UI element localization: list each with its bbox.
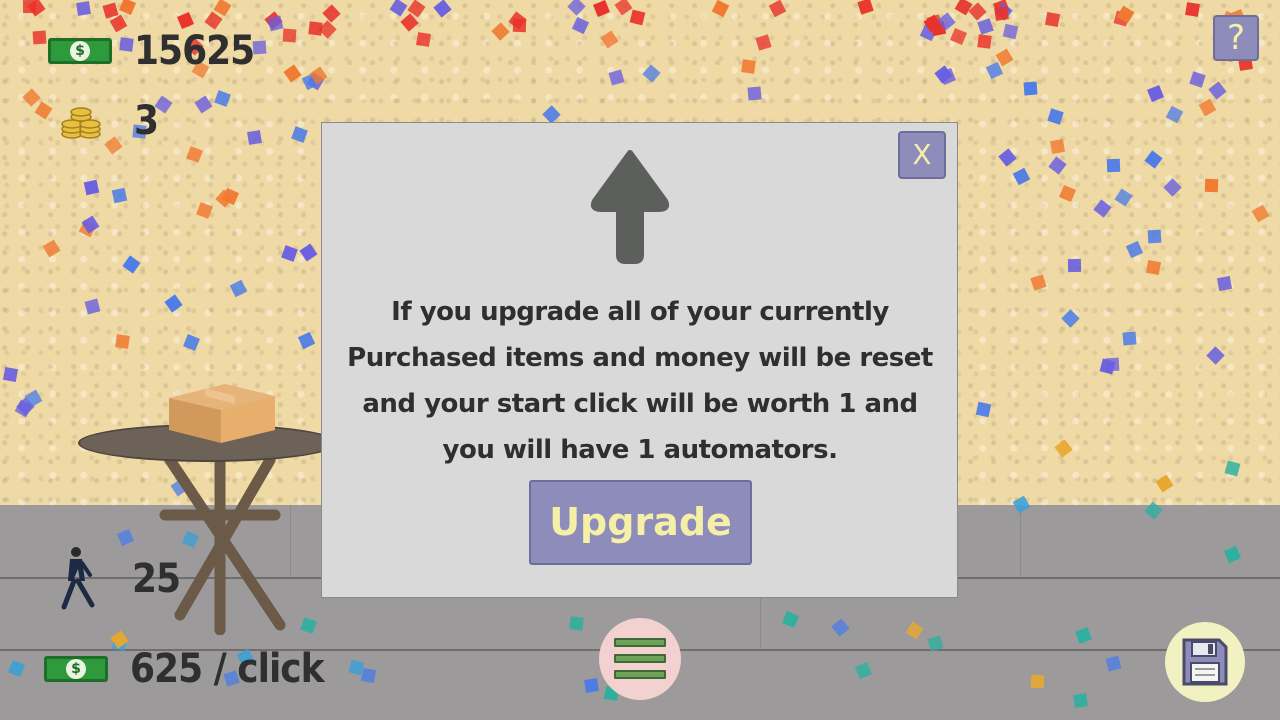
upgrade-message: If you upgrade all of your currently Pur… [347, 297, 933, 465]
save-icon [1182, 638, 1228, 686]
automators-value: 25 [132, 556, 181, 602]
help-button-label: ? [1226, 18, 1246, 58]
money-value: 15625 [134, 28, 255, 74]
gold-value: 3 [134, 98, 159, 144]
menu-bar [614, 654, 666, 663]
up-arrow-icon [590, 150, 670, 264]
save-button[interactable] [1165, 622, 1245, 702]
automators-stat: 25 [58, 545, 181, 613]
menu-bar [614, 670, 666, 679]
walking-man-icon [61, 547, 95, 610]
upgrade-button[interactable]: Upgrade [529, 480, 752, 565]
menu-bar [614, 638, 666, 647]
cash-icon: $ [48, 38, 112, 64]
coins-icon [61, 107, 101, 139]
per-click-stat: $ 625 / click [44, 646, 325, 692]
close-button-label: X [912, 138, 932, 171]
close-button[interactable]: X [898, 131, 946, 179]
per-click-value: 625 / click [130, 646, 325, 692]
money-stat: $ 15625 [48, 28, 255, 74]
cardboard-box[interactable] [165, 380, 277, 444]
gold-stat: 3 [60, 98, 159, 144]
floor-seam [1020, 505, 1021, 577]
menu-button[interactable] [599, 618, 681, 700]
help-button[interactable]: ? [1213, 15, 1259, 61]
upgrade-dialog: X If you upgrade all of your currently P… [321, 122, 958, 598]
cash-icon: $ [44, 656, 108, 682]
upgrade-button-label: Upgrade [549, 500, 732, 544]
